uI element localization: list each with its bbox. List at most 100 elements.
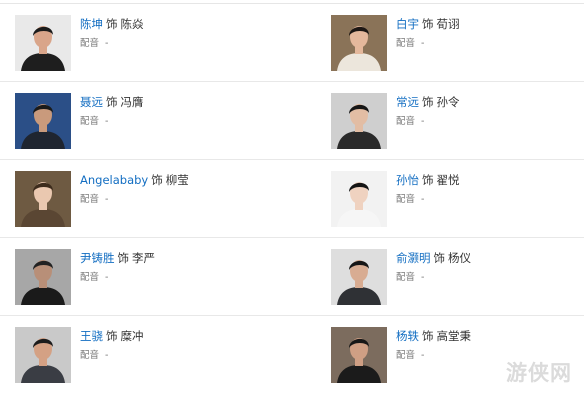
cast-row: 陈坤饰陈焱 配音 - 白宇饰荀诩 配音 -: [0, 4, 584, 82]
actor-photo[interactable]: [331, 327, 387, 383]
actor-line: 尹铸胜饰李严: [80, 250, 155, 266]
actor-line: 杨轶饰高堂秉: [396, 328, 471, 344]
role-name: 李严: [132, 251, 155, 265]
cast-card: 尹铸胜饰李严 配音 -: [0, 238, 316, 315]
actor-photo[interactable]: [331, 171, 387, 227]
role-name: 翟悦: [436, 173, 460, 187]
dubbing-line: 配音 -: [80, 271, 155, 285]
dubbing-label: 配音: [80, 116, 100, 127]
actor-name-link[interactable]: 白宇: [396, 17, 419, 31]
dubbing-line: 配音 -: [396, 193, 460, 207]
portrait-graphic: [331, 93, 387, 149]
actor-line: 白宇饰荀诩: [396, 16, 460, 32]
actor-name-link[interactable]: 尹铸胜: [80, 251, 115, 265]
cast-info: 白宇饰荀诩 配音 -: [396, 16, 460, 51]
dubbing-value: -: [421, 116, 425, 127]
dubbing-label: 配音: [80, 272, 100, 283]
dubbing-line: 配音 -: [396, 271, 471, 285]
portrait-graphic: [331, 15, 387, 71]
actor-line: Angelababy 饰柳莹: [80, 172, 189, 188]
cast-info: Angelababy 饰柳莹 配音 -: [80, 172, 189, 207]
role-name: 糜冲: [120, 329, 144, 343]
actor-name-link[interactable]: 陈坤: [80, 17, 103, 31]
actor-line: 陈坤饰陈焱: [80, 16, 144, 32]
dubbing-value: -: [421, 194, 425, 205]
role-separator: 饰: [422, 95, 434, 109]
role-separator: 饰: [433, 251, 446, 265]
dubbing-line: 配音 -: [80, 37, 144, 51]
cast-card: 常远饰孙令 配音 -: [316, 82, 584, 159]
cast-info: 杨轶饰高堂秉 配音 -: [396, 328, 471, 363]
portrait-graphic: [15, 93, 71, 149]
cast-card: 孙怡饰翟悦 配音 -: [316, 160, 584, 237]
actor-name-link[interactable]: 俞灏明: [396, 251, 431, 265]
portrait-graphic: [331, 249, 387, 305]
actor-line: 常远饰孙令: [396, 94, 460, 110]
actor-line: 王骁饰糜冲: [80, 328, 144, 344]
dubbing-line: 配音 -: [396, 37, 460, 51]
actor-line: 俞灏明饰杨仪: [396, 250, 471, 266]
role-separator: 饰: [117, 251, 130, 265]
actor-photo[interactable]: [15, 171, 71, 227]
role-separator: 饰: [422, 17, 434, 31]
cast-info: 俞灏明饰杨仪 配音 -: [396, 250, 471, 285]
cast-info: 王骁饰糜冲 配音 -: [80, 328, 144, 363]
dubbing-value: -: [421, 272, 425, 283]
role-separator: 饰: [422, 329, 434, 343]
dubbing-line: 配音 -: [80, 349, 144, 363]
dubbing-label: 配音: [80, 38, 100, 49]
actor-line: 聂远饰冯膺: [80, 94, 144, 110]
portrait-graphic: [15, 327, 71, 383]
portrait-graphic: [15, 249, 71, 305]
portrait-graphic: [15, 15, 71, 71]
cast-card: 王骁饰糜冲 配音 -: [0, 316, 316, 394]
cast-info: 聂远饰冯膺 配音 -: [80, 94, 144, 129]
actor-name-link[interactable]: 杨轶: [396, 329, 419, 343]
role-name: 冯膺: [120, 95, 144, 109]
portrait-graphic: [15, 171, 71, 227]
actor-photo[interactable]: [331, 93, 387, 149]
actor-photo[interactable]: [15, 327, 71, 383]
actor-name-link[interactable]: Angelababy: [80, 173, 148, 187]
actor-photo[interactable]: [331, 15, 387, 71]
dubbing-line: 配音 -: [80, 115, 144, 129]
dubbing-label: 配音: [396, 272, 416, 283]
cast-row: Angelababy 饰柳莹 配音 - 孙怡饰翟悦 配音 -: [0, 160, 584, 238]
portrait-graphic: [331, 327, 387, 383]
dubbing-value: -: [421, 350, 425, 361]
actor-photo[interactable]: [331, 249, 387, 305]
actor-name-link[interactable]: 孙怡: [396, 173, 419, 187]
role-name: 杨仪: [448, 251, 471, 265]
actor-name-link[interactable]: 王骁: [80, 329, 103, 343]
actor-name-link[interactable]: 聂远: [80, 95, 103, 109]
dubbing-value: -: [105, 116, 109, 127]
role-separator: 饰: [106, 329, 118, 343]
actor-name-link[interactable]: 常远: [396, 95, 419, 109]
dubbing-value: -: [105, 350, 109, 361]
role-separator: 饰: [106, 95, 118, 109]
actor-photo[interactable]: [15, 93, 71, 149]
site-watermark: 游侠网: [506, 360, 572, 385]
dubbing-value: -: [105, 38, 109, 49]
dubbing-line: 配音 -: [80, 193, 189, 207]
dubbing-value: -: [105, 272, 109, 283]
cast-info: 尹铸胜饰李严 配音 -: [80, 250, 155, 285]
role-separator: 饰: [151, 173, 163, 187]
dubbing-value: -: [105, 194, 109, 205]
dubbing-value: -: [421, 38, 425, 49]
cast-row: 聂远饰冯膺 配音 - 常远饰孙令 配音 -: [0, 82, 584, 160]
cast-card: 白宇饰荀诩 配音 -: [316, 4, 584, 81]
cast-card: 聂远饰冯膺 配音 -: [0, 82, 316, 159]
cast-list: 陈坤饰陈焱 配音 - 白宇饰荀诩 配音 - 聂远饰冯膺 配音 - 常远饰孙令 配音 -: [0, 4, 584, 394]
role-name: 高堂秉: [436, 329, 472, 343]
dubbing-label: 配音: [396, 116, 416, 127]
dubbing-label: 配音: [80, 194, 100, 205]
dubbing-label: 配音: [396, 38, 416, 49]
actor-photo[interactable]: [15, 15, 71, 71]
role-name: 荀诩: [436, 17, 460, 31]
cast-card: 俞灏明饰杨仪 配音 -: [316, 238, 584, 315]
cast-card: Angelababy 饰柳莹 配音 -: [0, 160, 316, 237]
actor-photo[interactable]: [15, 249, 71, 305]
actor-line: 孙怡饰翟悦: [396, 172, 460, 188]
role-name: 陈焱: [120, 17, 144, 31]
